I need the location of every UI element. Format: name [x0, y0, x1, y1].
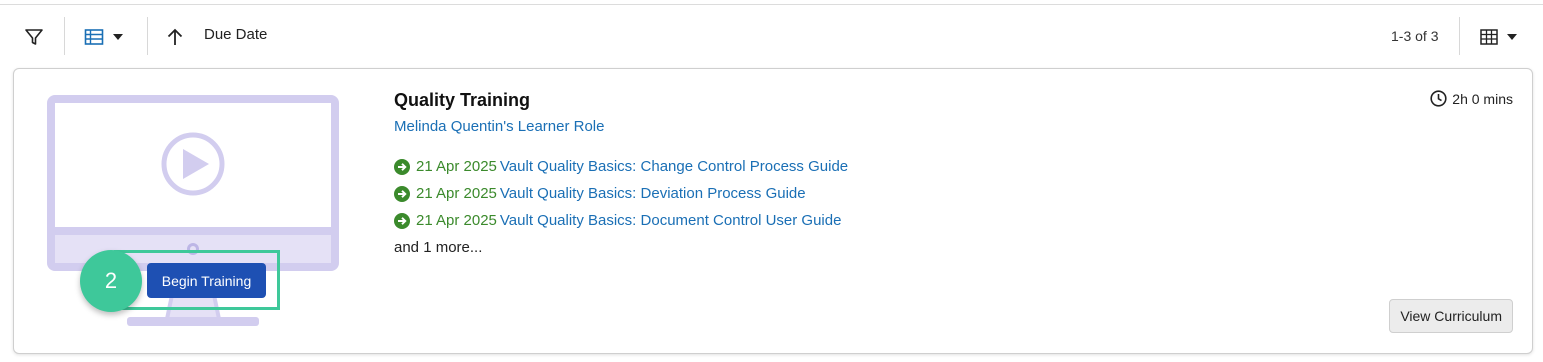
list-view-icon — [84, 29, 104, 45]
begin-training-button[interactable]: Begin Training — [147, 263, 266, 298]
toolbar-separator — [147, 17, 148, 55]
view-mode-dropdown[interactable] — [82, 24, 126, 50]
item-due-date: 21 Apr 2025 — [416, 158, 497, 175]
list-item: 21 Apr 2025 Vault Quality Basics: Deviat… — [394, 185, 806, 202]
item-due-date: 21 Apr 2025 — [416, 185, 497, 202]
grid-layout-dropdown[interactable] — [1478, 24, 1520, 50]
toolbar-separator — [1459, 17, 1460, 55]
chevron-down-icon — [1507, 34, 1517, 40]
filter-button[interactable] — [22, 25, 46, 49]
course-title[interactable]: Quality Training — [394, 90, 530, 111]
annotation-step-badge: 2 — [80, 250, 142, 312]
arrow-circle-icon — [394, 158, 410, 175]
chevron-down-icon — [113, 34, 123, 40]
duration: 2h 0 mins — [1430, 90, 1513, 107]
learner-role-link[interactable]: Melinda Quentin's Learner Role — [394, 118, 604, 135]
sort-ascending-icon — [167, 28, 183, 45]
list-item: 21 Apr 2025 Vault Quality Basics: Change… — [394, 158, 848, 175]
clock-icon — [1430, 90, 1447, 107]
filter-icon — [25, 29, 43, 45]
view-curriculum-button[interactable]: View Curriculum — [1389, 299, 1513, 333]
item-link[interactable]: Vault Quality Basics: Document Control U… — [500, 212, 842, 229]
more-items-text: and 1 more... — [394, 239, 483, 256]
grid-view-icon — [1480, 29, 1498, 45]
sort-field-label[interactable]: Due Date — [204, 26, 267, 43]
toolbar: Due Date 1-3 of 3 — [0, 5, 1543, 67]
list-item: 21 Apr 2025 Vault Quality Basics: Docume… — [394, 212, 841, 229]
training-card: Begin Training 2 Quality Training Melind… — [13, 68, 1533, 354]
sort-direction-button[interactable] — [163, 24, 187, 50]
duration-text: 2h 0 mins — [1452, 90, 1513, 107]
arrow-circle-icon — [394, 212, 410, 229]
pagination-text: 1-3 of 3 — [1391, 28, 1439, 44]
item-link[interactable]: Vault Quality Basics: Change Control Pro… — [500, 158, 848, 175]
arrow-circle-icon — [394, 185, 410, 202]
item-link[interactable]: Vault Quality Basics: Deviation Process … — [500, 185, 806, 202]
item-due-date: 21 Apr 2025 — [416, 212, 497, 229]
toolbar-separator — [64, 17, 65, 55]
